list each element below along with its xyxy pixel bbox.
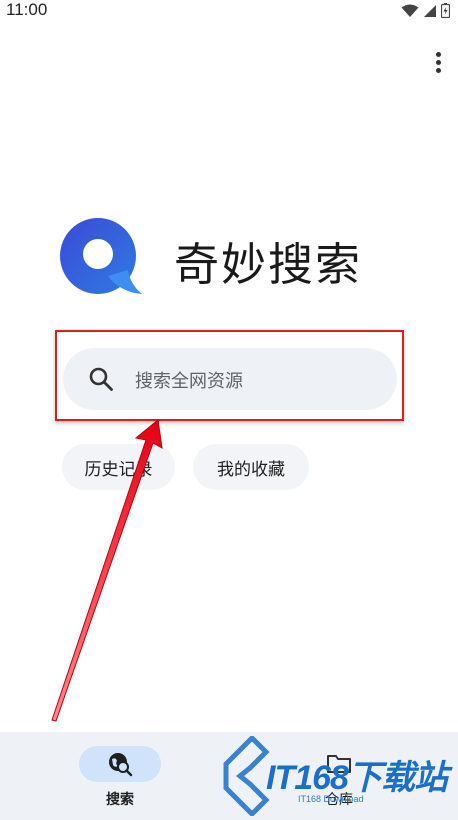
globe-search-icon bbox=[109, 753, 133, 777]
cellular-signal-icon bbox=[424, 4, 436, 17]
nav-item-search[interactable]: 搜索 bbox=[60, 746, 180, 809]
status-time: 11:00 bbox=[6, 0, 48, 19]
search-placeholder: 搜索全网资源 bbox=[135, 371, 243, 392]
search-input[interactable]: 搜索全网资源 bbox=[63, 348, 397, 410]
more-options-icon[interactable] bbox=[432, 52, 444, 76]
app-title: 奇妙搜索 bbox=[174, 238, 363, 291]
search-icon bbox=[89, 367, 113, 391]
app-logo-icon bbox=[60, 218, 142, 294]
nav-active-indicator bbox=[79, 746, 161, 782]
watermark-brand: IT168下载站 bbox=[266, 759, 448, 797]
status-icons bbox=[401, 3, 450, 18]
status-bar: 11:00 bbox=[0, 0, 458, 24]
nav-label-search: 搜索 bbox=[106, 792, 134, 808]
battery-icon bbox=[441, 3, 450, 18]
favorites-chip[interactable]: 我的收藏 bbox=[193, 444, 309, 490]
history-chip[interactable]: 历史记录 bbox=[62, 444, 175, 490]
watermark-subtext: IT168 Download bbox=[298, 794, 364, 804]
wifi-icon bbox=[401, 4, 419, 17]
watermark: IT168下载站 IT168 Download bbox=[222, 736, 458, 816]
